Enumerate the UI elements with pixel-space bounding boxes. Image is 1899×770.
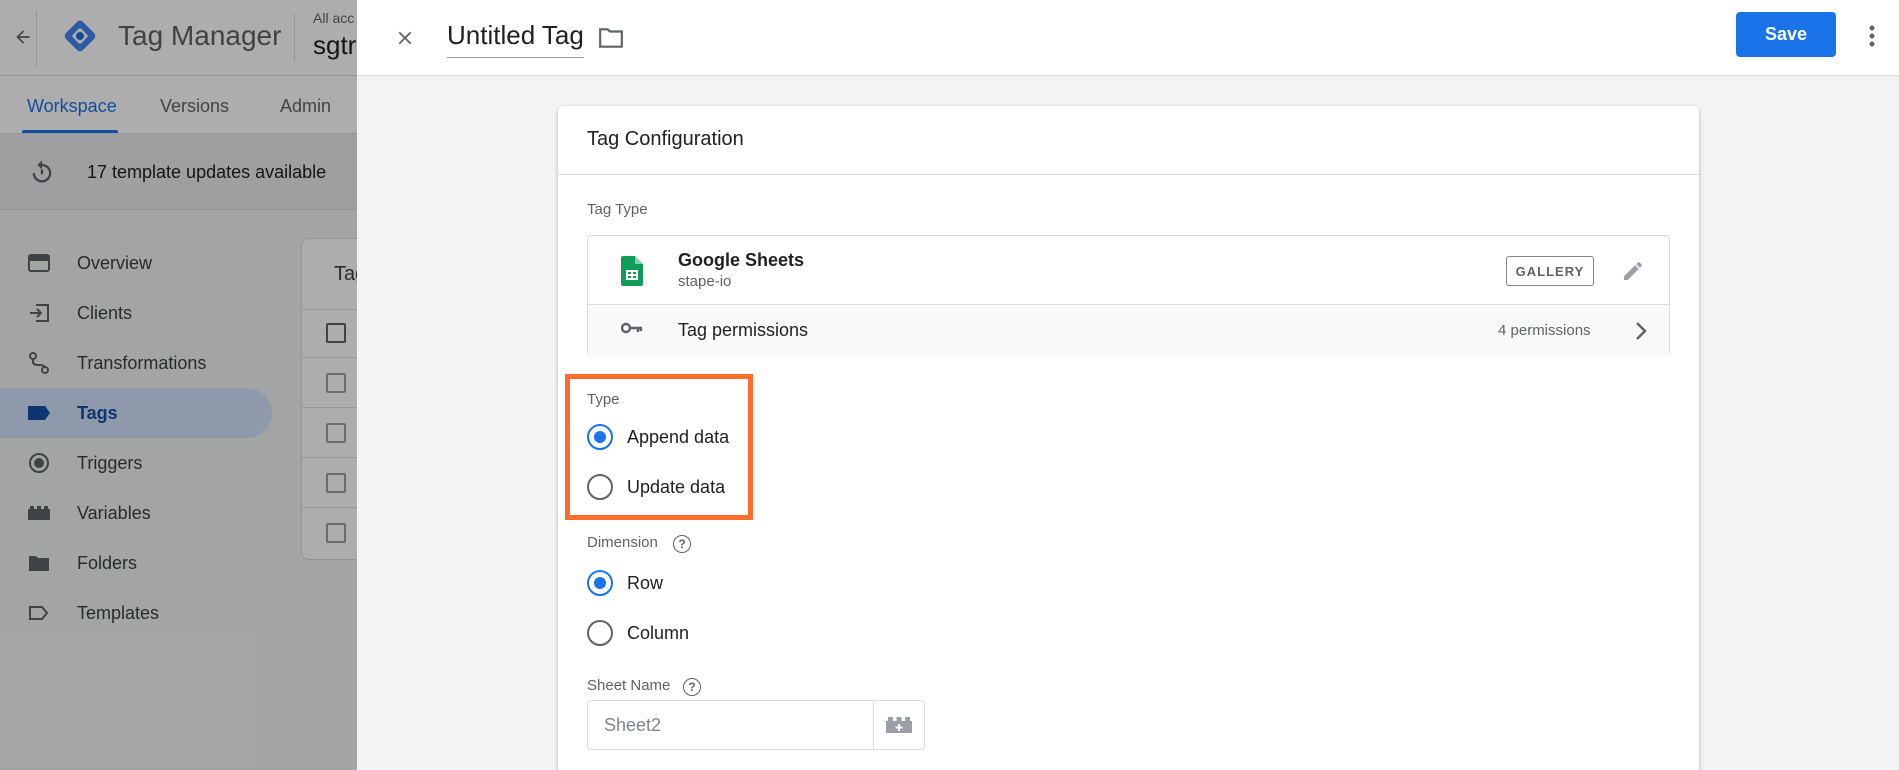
radio-button[interactable] [587,474,613,500]
key-icon [620,321,643,341]
tag-editor-sheet: Untitled Tag Save Tag Configuration Tag … [357,0,1899,770]
radio-button-checked[interactable] [587,424,613,450]
save-button[interactable]: Save [1736,12,1836,57]
sheet-name-input[interactable]: Sheet2 [587,700,874,750]
tag-type-name: Google Sheets [678,250,805,270]
variable-picker-icon[interactable] [873,700,925,750]
tag-permissions-row[interactable]: Tag permissions 4 permissions [588,304,1669,356]
tag-permissions-label: Tag permissions [678,320,809,340]
radio-row[interactable]: Row [587,568,663,598]
sheet-name-label: Sheet Name [587,677,671,694]
close-icon[interactable] [387,20,423,56]
type-label: Type [587,391,620,408]
card-title: Tag Configuration [587,128,744,150]
permissions-count: 4 permissions [1498,322,1591,339]
tag-type-vendor: stape-io [678,273,732,290]
folder-icon[interactable] [595,22,627,54]
tag-type-row[interactable]: Google Sheets stape-io GALLERY [588,236,1669,304]
edit-pencil-icon[interactable] [1618,256,1648,286]
radio-button-checked[interactable] [587,570,613,596]
radio-label: Row [627,572,664,593]
more-vert-icon[interactable] [1857,18,1887,54]
radio-update-data[interactable]: Update data [587,472,725,502]
radio-append-data[interactable]: Append data [587,422,729,452]
radio-label: Column [627,622,690,643]
chevron-right-icon [1628,318,1654,344]
radio-label: Append data [627,426,730,447]
divider [558,174,1699,175]
tag-configuration-card: Tag Configuration Tag Type Google Sheets… [558,106,1699,770]
gallery-badge: GALLERY [1506,256,1594,286]
dimension-label: Dimension [587,534,658,551]
sheet-header: Untitled Tag Save [357,0,1899,76]
radio-button[interactable] [587,620,613,646]
tag-type-box: Google Sheets stape-io GALLERY Tag permi… [587,235,1670,356]
radio-label: Update data [627,476,726,497]
help-icon[interactable]: ? [683,678,701,696]
google-sheets-icon [621,256,643,286]
tag-type-label: Tag Type [587,201,648,218]
tag-name-field[interactable]: Untitled Tag [447,20,584,58]
help-icon[interactable]: ? [673,535,691,553]
radio-column[interactable]: Column [587,618,689,648]
